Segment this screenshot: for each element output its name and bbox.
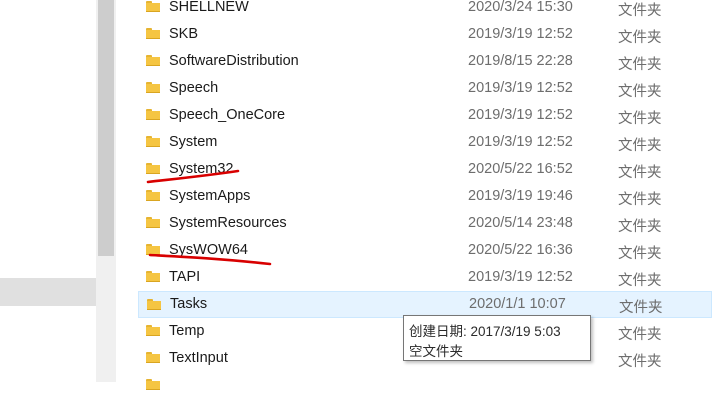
annotation-underline-syswow64: [148, 253, 272, 266]
file-type: 文件夹: [618, 84, 662, 100]
folder-icon: [146, 1, 160, 12]
tooltip-empty-folder: 空文件夹: [409, 344, 463, 359]
file-name: Tasks: [170, 296, 208, 312]
file-type: 文件夹: [618, 57, 662, 73]
file-row-systemresources[interactable]: SystemResources 2020/5/14 23:48 文件夹: [116, 210, 712, 237]
file-row-softwaredistribution[interactable]: SoftwareDistribution 2019/8/15 22:28 文件夹: [116, 48, 712, 75]
file-type: 文件夹: [618, 219, 662, 235]
file-name: Speech_OneCore: [169, 107, 286, 123]
file-date: 2020/5/22 16:36: [468, 242, 573, 258]
file-name: TextInput: [169, 350, 228, 366]
annotation-underline-system32: [146, 169, 240, 184]
file-date: 2019/8/15 22:28: [468, 53, 573, 69]
file-type: 文件夹: [618, 192, 662, 208]
file-row-skb[interactable]: SKB 2019/3/19 12:52 文件夹: [116, 21, 712, 48]
folder-icon: [146, 82, 160, 93]
navigation-selected-item[interactable]: [0, 278, 96, 306]
file-type: 文件夹: [618, 3, 662, 19]
folder-icon: [146, 217, 160, 228]
file-type: 文件夹: [619, 300, 663, 316]
file-row-system[interactable]: System 2019/3/19 12:52 文件夹: [116, 129, 712, 156]
file-name: SHELLNEW: [169, 0, 249, 15]
file-row-speech[interactable]: Speech 2019/3/19 12:52 文件夹: [116, 75, 712, 102]
file-type: 文件夹: [618, 111, 662, 127]
file-date: 2020/3/24 15:30: [468, 0, 573, 15]
folder-icon: [146, 136, 160, 147]
folder-icon: [147, 299, 161, 310]
file-name: SystemApps: [169, 188, 251, 204]
tooltip-created-date: 创建日期: 2017/3/19 5:03: [409, 324, 561, 339]
file-name: SKB: [169, 26, 199, 42]
file-type: 文件夹: [618, 354, 662, 370]
file-type: 文件夹: [618, 138, 662, 154]
folder-icon: [146, 352, 160, 363]
file-type: 文件夹: [618, 30, 662, 46]
navigation-scrollbar-thumb[interactable]: [98, 0, 114, 256]
file-date: 2020/5/14 23:48: [468, 215, 573, 231]
folder-icon: [146, 109, 160, 120]
file-row-partial[interactable]: [116, 372, 712, 399]
file-date: 2019/3/19 19:46: [468, 188, 573, 204]
folder-icon: [146, 379, 160, 390]
file-type: 文件夹: [618, 327, 662, 343]
file-row-shellnew[interactable]: SHELLNEW 2020/3/24 15:30 文件夹: [116, 0, 712, 21]
file-date: 2019/3/19 12:52: [468, 134, 573, 150]
file-name: Speech: [169, 80, 219, 96]
tooltip: 创建日期: 2017/3/19 5:03 空文件夹: [403, 315, 591, 361]
file-row-tasks[interactable]: Tasks 2020/1/1 10:07 文件夹: [138, 291, 712, 318]
file-date: 2020/1/1 10:07: [469, 296, 566, 312]
file-date: 2019/3/19 12:52: [468, 269, 573, 285]
navigation-pane: [0, 0, 96, 382]
file-date: 2019/3/19 12:52: [468, 107, 573, 123]
folder-icon: [146, 55, 160, 66]
file-name: SystemResources: [169, 215, 287, 231]
file-name: System: [169, 134, 218, 150]
folder-icon: [146, 190, 160, 201]
file-name: Temp: [169, 323, 205, 339]
file-name: TAPI: [169, 269, 201, 285]
file-type: 文件夹: [618, 246, 662, 262]
file-type: 文件夹: [618, 165, 662, 181]
file-date: 2019/3/19 12:52: [468, 80, 573, 96]
folder-icon: [146, 28, 160, 39]
file-name: SoftwareDistribution: [169, 53, 299, 69]
folder-icon: [146, 271, 160, 282]
file-row-speech-onecore[interactable]: Speech_OneCore 2019/3/19 12:52 文件夹: [116, 102, 712, 129]
file-date: 2020/5/22 16:52: [468, 161, 573, 177]
file-type: 文件夹: [618, 273, 662, 289]
folder-icon: [146, 325, 160, 336]
file-date: 2019/3/19 12:52: [468, 26, 573, 42]
